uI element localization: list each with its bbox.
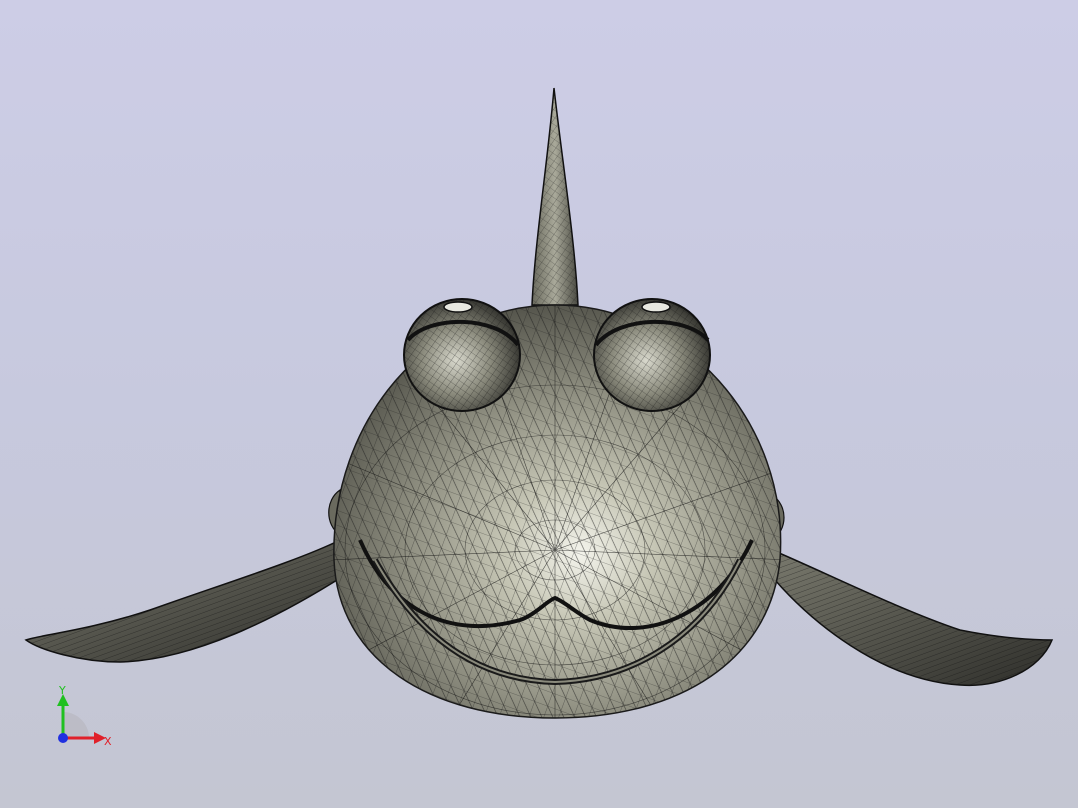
- left-eye: [403, 298, 521, 412]
- right-fin: [771, 548, 1054, 687]
- right-eye: [593, 298, 711, 412]
- dorsal-fin: [531, 87, 579, 306]
- y-axis-label: Y: [58, 684, 66, 697]
- fish-body: [333, 304, 782, 719]
- fish-model[interactable]: [0, 0, 1078, 808]
- left-fin: [24, 538, 346, 663]
- axis-quadrant: [63, 712, 89, 738]
- x-axis-label: X: [104, 735, 112, 748]
- z-axis-dot-icon: [58, 733, 68, 743]
- 3d-viewport[interactable]: Y X: [0, 0, 1078, 808]
- axis-triad[interactable]: Y X: [40, 680, 130, 760]
